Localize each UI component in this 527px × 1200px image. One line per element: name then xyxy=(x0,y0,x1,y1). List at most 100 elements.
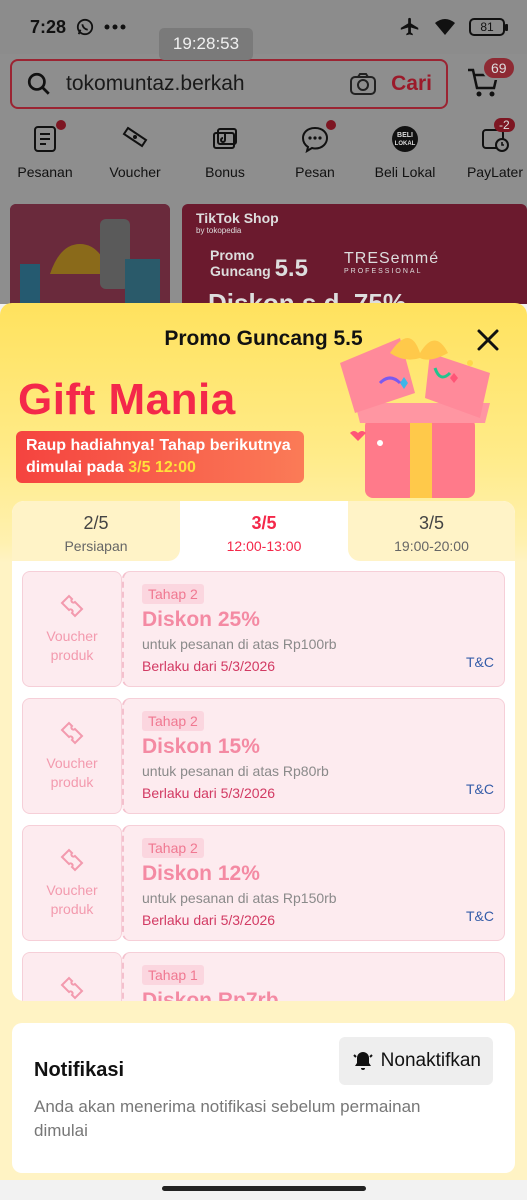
banner-promo-number: 5.5 xyxy=(274,255,308,282)
next-stage-time: 3/5 12:00 xyxy=(128,459,196,476)
menu-label: Voucher xyxy=(109,164,161,180)
voucher-details: Tahap 1 Diskon Rp7rb xyxy=(122,952,505,1001)
banner-brand-name: TikTok Shop xyxy=(196,210,279,226)
voucher-card[interactable]: Voucher produk Tahap 1 Diskon Rp7rb xyxy=(22,952,505,1001)
terms-link[interactable]: T&C xyxy=(466,908,494,924)
voucher-title: Diskon 15% xyxy=(142,735,260,758)
svg-text:BELI: BELI xyxy=(397,132,413,139)
banner-promo: Promo Guncang 5.5 xyxy=(210,247,308,281)
ticket-icon xyxy=(60,848,84,872)
menu-label: Bonus xyxy=(205,164,245,180)
tab-date: 3/5 xyxy=(251,513,277,533)
voucher-details: Tahap 2 Diskon 12% untuk pesanan di atas… xyxy=(122,825,505,941)
voucher-title: Diskon Rp7rb xyxy=(142,989,279,1001)
voucher-type: Voucher produk xyxy=(22,698,122,814)
stage-panel: 2/5 Persiapan 3/5 12:00-13:00 3/5 19:00-… xyxy=(12,501,515,1001)
banner-left[interactable] xyxy=(10,204,170,304)
menu-row: Pesanan Voucher Bonus Pesan BELI LOKAL B… xyxy=(0,118,527,180)
promo-sheet: Promo Guncang 5.5 Gift Mania Raup hadiah… xyxy=(0,303,527,1200)
banner-discount: Diskon s.d. 75% xyxy=(208,288,406,304)
banner-brand-sub: by tokopedia xyxy=(196,226,242,235)
svg-text:LOKAL: LOKAL xyxy=(395,141,416,147)
menu-item-pesan[interactable]: Pesan xyxy=(270,120,360,180)
paylater-icon: -2 xyxy=(480,118,515,154)
voucher-stage-tag: Tahap 2 xyxy=(142,838,204,858)
gift-box-illustration xyxy=(340,338,490,498)
app-background: tokomuntaz.berkah Cari 69 Pesanan Vouche… xyxy=(0,54,527,304)
voucher-type: Voucher produk xyxy=(22,952,122,1001)
voucher-card[interactable]: Voucher produk Tahap 2 Diskon 12% untuk … xyxy=(22,825,505,941)
disable-notification-label: Nonaktifkan xyxy=(380,1050,481,1071)
clock-overlay: 19:28:53 xyxy=(159,28,253,60)
terms-link[interactable]: T&C xyxy=(466,654,494,670)
menu-item-bonus[interactable]: Bonus xyxy=(180,124,270,180)
terms-link[interactable]: T&C xyxy=(466,781,494,797)
voucher-validity: Berlaku dari 5/3/2026 xyxy=(142,912,276,928)
voucher-card[interactable]: Voucher produk Tahap 2 Diskon 25% untuk … xyxy=(22,571,505,687)
voucher-list: Voucher produk Tahap 2 Diskon 25% untuk … xyxy=(22,571,505,1001)
bell-icon xyxy=(352,1052,373,1070)
voucher-condition: untuk pesanan di atas Rp80rb xyxy=(142,763,329,779)
menu-item-beli-lokal[interactable]: BELI LOKAL Beli Lokal xyxy=(360,124,450,180)
voucher-type-label: Voucher produk xyxy=(46,628,98,663)
disable-notification-button[interactable]: Nonaktifkan xyxy=(338,1037,493,1085)
search-row: tokomuntaz.berkah Cari 69 xyxy=(10,55,527,110)
camera-icon[interactable] xyxy=(349,72,377,96)
voucher-condition: untuk pesanan di atas Rp150rb xyxy=(142,890,337,906)
notification-description: Anda akan menerima notifikasi sebelum pe… xyxy=(34,1097,421,1140)
beli-lokal-icon: BELI LOKAL xyxy=(390,124,420,154)
menu-label: Beli Lokal xyxy=(374,164,436,180)
notification-dot xyxy=(56,120,66,130)
ticket-icon xyxy=(60,976,84,1000)
wifi-icon xyxy=(435,19,455,35)
tab-stage-active[interactable]: 3/5 12:00-13:00 xyxy=(180,501,348,561)
notification-card: Notifikasi Nonaktifkan Anda akan menerim… xyxy=(12,1023,515,1173)
tab-stage-evening[interactable]: 3/5 19:00-20:00 xyxy=(348,501,515,561)
ticket-icon xyxy=(60,594,84,618)
battery-indicator: 81 xyxy=(469,18,508,36)
voucher-card[interactable]: Voucher produk Tahap 2 Diskon 15% untuk … xyxy=(22,698,505,814)
home-indicator[interactable] xyxy=(162,1186,366,1191)
menu-item-paylater[interactable]: -2 PayLater xyxy=(450,118,527,180)
menu-item-voucher[interactable]: Voucher xyxy=(90,124,180,180)
notification-dot xyxy=(326,120,336,130)
search-icon xyxy=(27,72,50,95)
bonus-icon xyxy=(210,124,240,154)
banner-partner-sub: PROFESSIONAL xyxy=(344,268,423,275)
more-icon xyxy=(104,24,126,30)
tab-date: 2/5 xyxy=(83,513,109,533)
ticket-icon xyxy=(60,721,84,745)
cart-button[interactable]: 69 xyxy=(466,55,516,103)
banner-brand: TikTok Shop by tokopedia xyxy=(196,210,279,235)
tab-subtitle: Persiapan xyxy=(64,538,128,554)
voucher-icon xyxy=(120,124,150,154)
cart-count-badge: 69 xyxy=(482,55,516,80)
banner-partner-name: TRESemmé xyxy=(344,250,440,267)
voucher-condition: untuk pesanan di atas Rp100rb xyxy=(142,636,337,652)
banner-products-image xyxy=(10,204,170,304)
banner-partner: TRESemmé PROFESSIONAL xyxy=(344,250,439,275)
voucher-stage-tag: Tahap 2 xyxy=(142,711,204,731)
banner-promo-line1: Promo xyxy=(210,247,255,263)
search-box[interactable]: tokomuntaz.berkah Cari xyxy=(10,59,448,109)
voucher-details: Tahap 2 Diskon 25% untuk pesanan di atas… xyxy=(122,571,505,687)
chat-icon xyxy=(300,120,336,154)
tab-date: 3/5 xyxy=(418,513,445,533)
tab-stage-persiapan[interactable]: 2/5 Persiapan xyxy=(12,501,180,561)
menu-label: PayLater xyxy=(466,164,524,180)
voucher-validity: Berlaku dari 5/3/2026 xyxy=(142,658,276,674)
tab-subtitle: 12:00-13:00 xyxy=(226,538,302,554)
menu-item-pesanan[interactable]: Pesanan xyxy=(0,120,90,180)
airplane-icon xyxy=(400,17,419,36)
banner-promo-line2: Guncang xyxy=(210,263,271,279)
voucher-validity: Berlaku dari 5/3/2026 xyxy=(142,785,276,801)
gift-mania-title: Gift Mania xyxy=(18,375,236,424)
search-button[interactable]: Cari xyxy=(391,72,432,96)
tab-subtitle: 19:00-20:00 xyxy=(394,538,469,554)
search-input[interactable]: tokomuntaz.berkah xyxy=(66,72,335,96)
banner-right[interactable]: TikTok Shop by tokopedia Promo Guncang 5.5… xyxy=(182,204,527,304)
voucher-type-label: Voucher produk xyxy=(46,755,98,790)
menu-label: Pesan xyxy=(295,164,335,180)
voucher-type: Voucher produk xyxy=(22,825,122,941)
voucher-title: Diskon 25% xyxy=(142,608,260,631)
